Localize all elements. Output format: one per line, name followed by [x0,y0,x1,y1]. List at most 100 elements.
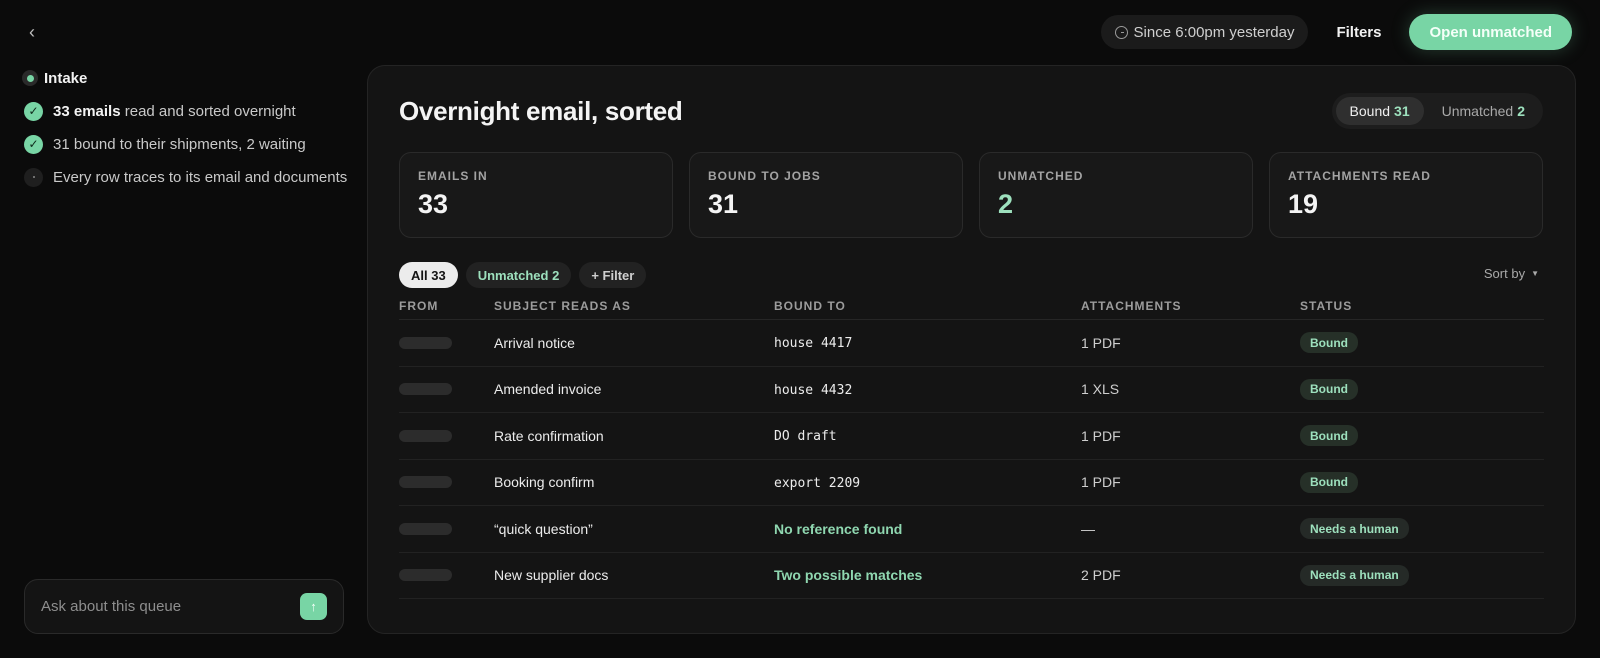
stat-value: 2 [998,189,1014,219]
clock-icon [1114,25,1128,39]
from-cell [399,336,494,349]
segment-label: Bound [1349,103,1391,119]
column-header-attachments[interactable]: ATTACHMENTS [1081,299,1300,313]
back-button[interactable]: ‹ [20,20,44,44]
attachments-cell: 1 PDF [1081,474,1121,491]
segment-unmatched[interactable]: Unmatched 2 [1428,97,1539,125]
sort-by-label: Sort by [1483,266,1526,281]
sender-placeholder [399,476,452,489]
table-row[interactable]: Arrival notice house 4417 1 PDF Bound [399,320,1544,367]
stat-label: UNMATCHED [998,169,1084,183]
stat-label: ATTACHMENTS READ [1288,169,1431,183]
stat-card-emails-in: EMAILS IN 33 [399,152,673,238]
table-row[interactable]: Booking confirm export 2209 1 PDF Bound [399,460,1544,506]
status-badge: Bound [1300,332,1358,354]
attachments-cell: 1 XLS [1081,381,1120,398]
step-text: Every row traces to its email and docume… [53,168,348,186]
stat-value: 31 [708,189,739,219]
bound-to-cell: Two possible matches [774,567,1081,583]
bound-reference[interactable]: DO draft [774,429,837,444]
bound-reference[interactable]: house 4432 [774,383,852,398]
attachments-cell: 1 PDF [1081,427,1121,444]
segment-bound[interactable]: Bound 31 [1335,97,1424,125]
status-cell: Bound [1300,425,1544,447]
table-row[interactable]: New supplier docs Two possible matches 2… [399,553,1544,599]
column-header-bound-to[interactable]: BOUND TO [774,299,1081,313]
chip-unmatched[interactable]: Unmatched 2 [465,262,572,288]
table-row[interactable]: Amended invoice house 4432 1 XLS Bound [399,367,1544,413]
status-cell: Bound [1300,332,1544,354]
chevron-left-icon: ‹ [29,21,35,42]
segment-count: 2 [1517,103,1525,119]
check-icon: ✓ [24,101,43,121]
sender-placeholder [399,383,452,396]
stat-label: BOUND TO JOBS [708,169,821,183]
step-text: 33 emails read and sorted overnight [53,103,296,120]
from-cell [399,383,494,396]
attachments-cell: — [1081,520,1095,537]
email-table: FROM SUBJECT READS AS BOUND TO ATTACHMEN… [399,293,1544,599]
step-emphasis: 33 emails [53,102,121,120]
send-button[interactable]: ↑ [300,593,327,620]
pending-dot-icon [24,167,43,187]
arrow-up-icon: ↑ [310,599,317,614]
from-cell [399,522,494,535]
intake-title: Intake [44,69,88,87]
status-badge: Needs a human [1300,518,1409,540]
open-unmatched-button[interactable]: Open unmatched [1409,14,1572,50]
top-actions: Since 6:00pm yesterday Filters Open unma… [1100,14,1572,50]
bound-unmatched-toggle: Bound 31 Unmatched 2 [1331,93,1543,129]
chip-all[interactable]: All 33 [399,262,458,288]
status-badge: Bound [1300,425,1358,447]
bound-to-cell: house 4432 [774,381,1081,398]
bound-reference[interactable]: No reference found [774,521,902,537]
time-range-label: Since 6:00pm yesterday [1133,23,1295,41]
table-row[interactable]: “quick question” No reference found — Ne… [399,506,1544,553]
subject-cell: “quick question” [494,520,593,537]
column-header-from[interactable]: FROM [399,299,494,313]
page-title: Overnight email, sorted [399,96,683,126]
from-cell [399,569,494,582]
segment-count: 31 [1394,103,1410,119]
check-icon: ✓ [24,134,43,154]
status-badge: Needs a human [1300,564,1409,586]
step-text: 31 bound to their shipments, 2 waiting [53,135,306,153]
subject-cell: New supplier docs [494,567,609,584]
sender-placeholder [399,336,452,349]
sort-by-dropdown[interactable]: Sort by ▼ [1484,266,1539,281]
sidebar: Intake ✓ 33 emails read and sorted overn… [22,66,352,189]
stat-cards: EMAILS IN 33 BOUND TO JOBS 31 UNMATCHED … [399,152,1543,238]
ask-queue-input[interactable] [41,598,300,615]
stat-value: 33 [418,189,449,219]
status-badge: Bound [1300,378,1358,400]
column-header-status[interactable]: STATUS [1300,299,1544,313]
step-detail: read and sorted overnight [120,102,296,120]
table-row[interactable]: Rate confirmation DO draft 1 PDF Bound [399,413,1544,460]
status-cell: Needs a human [1300,518,1544,540]
filter-chips: All 33 Unmatched 2 + Filter [399,262,647,288]
stat-label: EMAILS IN [418,169,488,183]
bound-reference[interactable]: house 4417 [774,336,852,351]
bound-reference[interactable]: export 2209 [774,476,860,491]
bound-to-cell: DO draft [774,427,1081,444]
status-badge: Bound [1300,471,1358,493]
from-cell [399,476,494,489]
status-cell: Needs a human [1300,564,1544,586]
filters-button[interactable]: Filters [1318,15,1399,49]
subject-cell: Amended invoice [494,381,602,398]
intake-step: ✓ 31 bound to their shipments, 2 waiting [22,132,352,156]
sender-placeholder [399,569,452,582]
stat-card-unmatched: UNMATCHED 2 [979,152,1253,238]
status-dot-icon [22,70,38,86]
bound-reference[interactable]: Two possible matches [774,567,922,583]
status-cell: Bound [1300,378,1544,400]
bound-to-cell: No reference found [774,521,1081,537]
sender-placeholder [399,522,452,535]
status-cell: Bound [1300,471,1544,493]
bound-to-cell: export 2209 [774,474,1081,491]
segment-label: Unmatched [1441,103,1514,119]
column-header-subject[interactable]: SUBJECT READS AS [494,299,774,313]
time-range-pill[interactable]: Since 6:00pm yesterday [1100,15,1309,49]
sender-placeholder [399,429,452,442]
chip-add-filter[interactable]: + Filter [579,262,647,288]
